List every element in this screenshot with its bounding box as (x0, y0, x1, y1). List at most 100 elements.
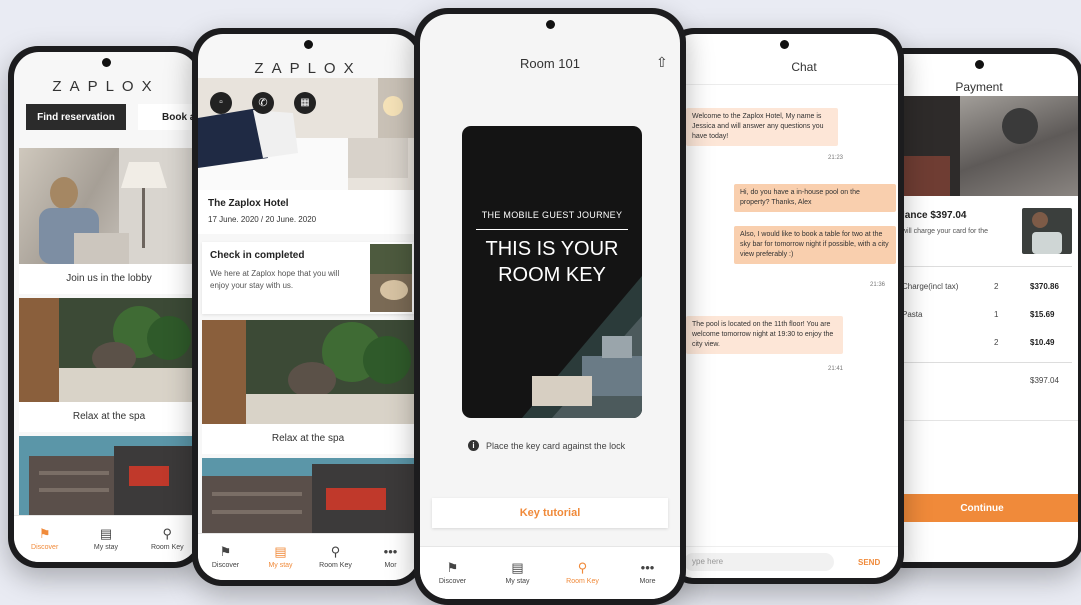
room-key-card: THE MOBILE GUEST JOURNEY THIS IS YOUR RO… (462, 126, 642, 418)
chair-illustration (370, 244, 412, 300)
payment-row-price: $10.49 (1030, 338, 1055, 347)
payment-row-price: $15.69 (1030, 310, 1055, 319)
payment-row-qty: 2 (994, 338, 999, 347)
payment-row-qty: 1 (994, 310, 999, 319)
book-label: Book a (162, 111, 196, 123)
key-card-subtitle: THE MOBILE GUEST JOURNEY (481, 210, 623, 220)
chat-title: Chat (791, 60, 817, 74)
nav-room-key[interactable]: ⚲ Room Key (137, 516, 198, 562)
room-key-screen: Room 101 ⇧ THE MOBILE GUEST JOURNEY THIS… (420, 14, 680, 599)
info-icon: i (468, 440, 479, 451)
luggage-illustration (880, 96, 1038, 196)
spa-card-label[interactable]: Relax at the spa (19, 402, 198, 432)
bed-icon: ▤ (99, 526, 113, 541)
payment-divider (902, 362, 1072, 363)
nav-discover[interactable]: ⚑ Discover (420, 547, 485, 599)
stay-dates: 17 June. 2020 / 20 June. 2020 (208, 215, 317, 224)
payment-row-qty: 2 (994, 282, 999, 291)
nav-room-key[interactable]: ⚲ Room Key (308, 534, 363, 580)
continue-label: Continue (960, 502, 1004, 514)
key-icon: ⚲ (162, 526, 173, 541)
continue-button[interactable]: Continue (880, 494, 1078, 522)
payment-divider (880, 420, 1078, 421)
nav-room-key[interactable]: ⚲ Room Key (550, 547, 615, 599)
chat-screen: Chat Welcome to the Zaplox Hotel, My nam… (670, 34, 898, 578)
payment-total: $397.04 (1030, 376, 1059, 385)
chat-input[interactable]: ype here (684, 553, 834, 571)
camera-dot (101, 58, 111, 67)
nav-discover-label: Discover (438, 578, 467, 585)
nav-discover-label: Discover (211, 562, 240, 569)
checkin-title: Check in completed (210, 250, 305, 261)
nav-my-stay[interactable]: ▤ My stay (253, 534, 308, 580)
lobby-card-label[interactable]: Join us in the lobby (19, 264, 198, 294)
lobby-illustration (39, 148, 198, 264)
bed-icon: ▤ (511, 560, 524, 575)
spa-card-label[interactable]: Relax at the spa (202, 424, 414, 454)
brand-logo: ZAPLOX (52, 78, 160, 95)
nav-discover[interactable]: ⚑ Discover (14, 516, 75, 562)
find-reservation-button[interactable]: Find reservation (26, 104, 126, 130)
message-icon[interactable]: ▫ (210, 92, 232, 114)
tag-icon: ⚑ (446, 560, 459, 575)
payment-thumbnail (1022, 208, 1072, 254)
nav-room-key-label: Room Key (319, 562, 352, 569)
room-image: ▫ ✆ ▦ (198, 78, 418, 190)
discover-screen: ZAPLOX Find reservation Book a Join us i… (14, 52, 198, 562)
nav-discover[interactable]: ⚑ Discover (198, 534, 253, 580)
map-icon[interactable]: ▦ (294, 92, 316, 114)
nav-discover-label: Discover (31, 544, 59, 551)
camera-dot (779, 40, 789, 49)
nav-my-stay[interactable]: ▤ My stay (75, 516, 136, 562)
chat-header-divider (670, 84, 898, 85)
bed-icon: ▤ (274, 544, 287, 559)
payment-title: Payment (955, 80, 1003, 94)
tag-icon: ⚑ (219, 544, 232, 559)
nav-more[interactable]: ••• Mor (363, 534, 418, 580)
phone-icon[interactable]: ✆ (252, 92, 274, 114)
tag-icon: ⚑ (38, 526, 51, 541)
camera-dot (303, 40, 313, 49)
city-illustration (202, 464, 414, 540)
more-icon: ••• (640, 560, 655, 575)
room-title: Room 101 (520, 56, 580, 71)
brand-logo: ZAPLOX (254, 60, 362, 77)
share-icon[interactable]: ⇧ (656, 54, 668, 71)
balance-text: lance $397.04 (902, 210, 967, 221)
send-button[interactable]: SEND (858, 558, 880, 567)
phone-chat: Chat Welcome to the Zaplox Hotel, My nam… (664, 28, 904, 584)
city-image (202, 458, 414, 540)
nav-more-label: More (639, 578, 656, 585)
chat-message-incoming: The pool is located on the 11th floor! Y… (686, 316, 843, 354)
key-card-rule (476, 229, 628, 230)
thumbnail-illustration (1032, 212, 1062, 254)
chat-message-outgoing: Hi, do you have a in-house pool on the p… (734, 184, 896, 212)
key-card-heading-2: ROOM KEY (498, 264, 606, 286)
nav-my-stay[interactable]: ▤ My stay (485, 547, 550, 599)
chat-timestamp: 21:36 (870, 282, 886, 288)
key-icon: ⚲ (577, 560, 588, 575)
spa-image (202, 320, 414, 424)
spa-image (19, 298, 198, 402)
phone-my-stay: ZAPLOX ▫ ✆ ▦ The Zaplox Hotel 17 June. 2… (192, 28, 424, 586)
chat-input-placeholder: ype here (692, 557, 724, 566)
nav-more[interactable]: ••• More (615, 547, 680, 599)
checkin-body: We here at Zaplox hope that you will enj… (210, 269, 340, 290)
nav-room-key-label: Room Key (566, 578, 599, 585)
phone-room-key: Room 101 ⇧ THE MOBILE GUEST JOURNEY THIS… (414, 8, 686, 605)
lobby-image (19, 148, 198, 264)
bottom-nav: ⚑ Discover ▤ My stay ⚲ Room Key (14, 515, 198, 562)
book-button[interactable]: Book a (138, 104, 198, 130)
spa-illustration (202, 320, 414, 424)
payment-image (880, 96, 1078, 196)
camera-dot (545, 20, 555, 29)
key-hint: Place the key card against the lock (486, 441, 626, 451)
chat-message-incoming: Welcome to the Zaplox Hotel, My name is … (686, 108, 838, 146)
phone-payment: Payment lance $397.04 will charge your c… (874, 48, 1081, 568)
nav-room-key-label: Room Key (150, 544, 184, 551)
payment-row-name: Pasta (902, 310, 923, 319)
nav-my-stay-label: My stay (505, 578, 530, 585)
payment-row-price: $370.86 (1030, 282, 1059, 291)
key-tutorial-label: Key tutorial (519, 507, 581, 519)
key-tutorial-button[interactable]: Key tutorial (432, 498, 668, 528)
